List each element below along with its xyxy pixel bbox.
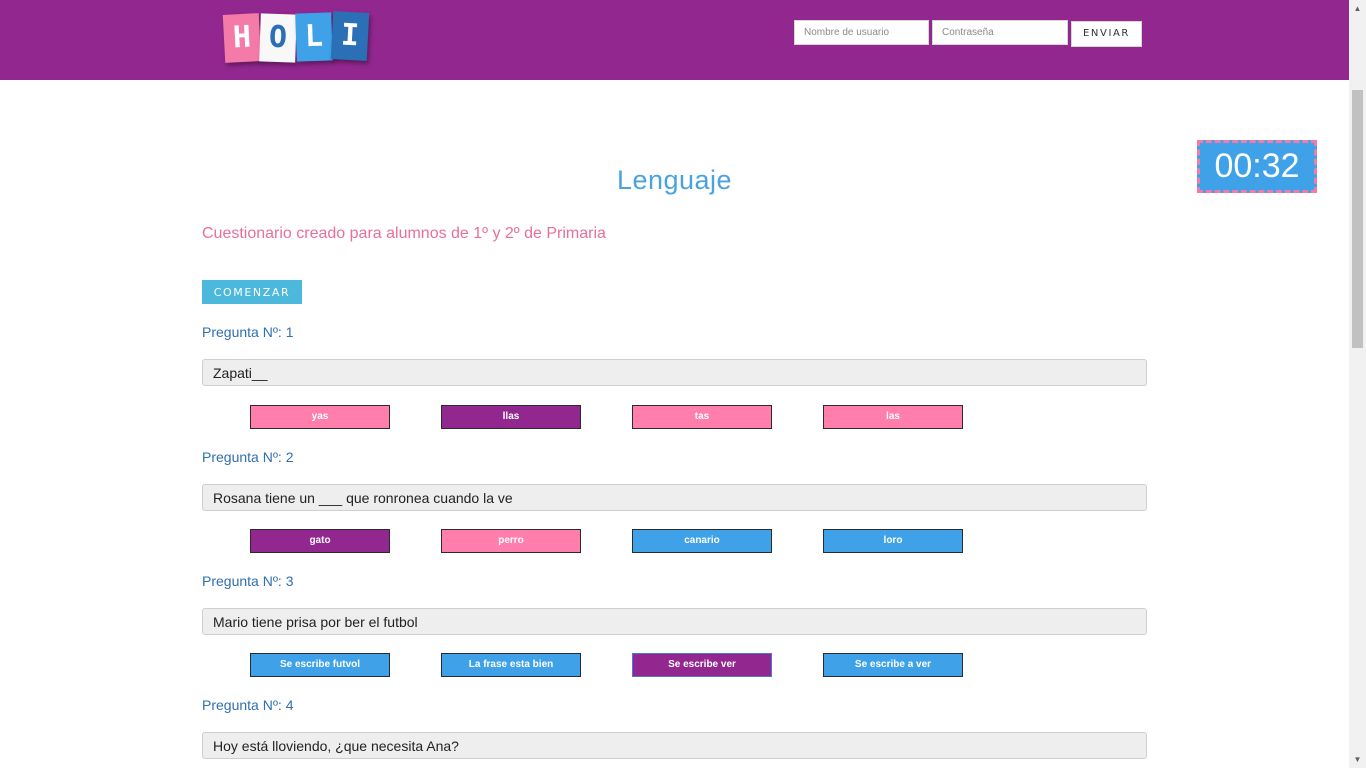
question-4-label: Pregunta Nº: 4 xyxy=(202,697,294,713)
top-navbar: H O L I ENVIAR xyxy=(0,0,1349,80)
page-scrollbar[interactable]: ▲ ▼ xyxy=(1349,0,1366,768)
logo-letter-l: L xyxy=(295,12,333,62)
scroll-down-arrow-icon[interactable]: ▼ xyxy=(1349,751,1366,768)
question-1-text: Zapati__ xyxy=(202,359,1147,386)
scroll-up-arrow-icon[interactable]: ▲ xyxy=(1349,0,1366,17)
q2-option-gato[interactable]: gato xyxy=(250,529,390,553)
q2-option-canario[interactable]: canario xyxy=(632,529,772,553)
q2-option-loro[interactable]: loro xyxy=(823,529,963,553)
question-1-label: Pregunta Nº: 1 xyxy=(202,324,294,340)
question-2-label: Pregunta Nº: 2 xyxy=(202,449,294,465)
countdown-timer: 00:32 xyxy=(1197,140,1317,193)
quiz-subtitle: Cuestionario creado para alumnos de 1º y… xyxy=(202,225,606,242)
q3-option-frase-bien[interactable]: La frase esta bien xyxy=(441,653,581,677)
q3-option-ver[interactable]: Se escribe ver xyxy=(632,653,772,677)
question-3-label: Pregunta Nº: 3 xyxy=(202,573,294,589)
q1-option-tas[interactable]: tas xyxy=(632,405,772,429)
logo-letter-h: H xyxy=(222,13,262,63)
question-2-text: Rosana tiene un ___ que ronronea cuando … xyxy=(202,484,1147,511)
password-input[interactable] xyxy=(932,20,1068,45)
q3-option-futvol[interactable]: Se escribe futvol xyxy=(250,653,390,677)
start-button[interactable]: COMENZAR xyxy=(202,280,302,304)
q1-option-yas[interactable]: yas xyxy=(250,405,390,429)
q1-option-las[interactable]: las xyxy=(823,405,963,429)
send-button[interactable]: ENVIAR xyxy=(1071,21,1142,47)
q2-option-perro[interactable]: perro xyxy=(441,529,581,553)
logo-letter-o: O xyxy=(259,13,297,63)
quiz-title: Lenguaje xyxy=(616,165,733,195)
scroll-thumb[interactable] xyxy=(1352,90,1363,348)
question-3-text: Mario tiene prisa por ber el futbol xyxy=(202,608,1147,635)
q3-option-a-ver[interactable]: Se escribe a ver xyxy=(823,653,963,677)
holi-logo[interactable]: H O L I xyxy=(222,10,374,64)
q1-option-llas[interactable]: llas xyxy=(441,405,581,429)
username-input[interactable] xyxy=(794,20,929,45)
logo-letter-i: I xyxy=(330,11,370,61)
question-4-text: Hoy está lloviendo, ¿que necesita Ana? xyxy=(202,732,1147,759)
